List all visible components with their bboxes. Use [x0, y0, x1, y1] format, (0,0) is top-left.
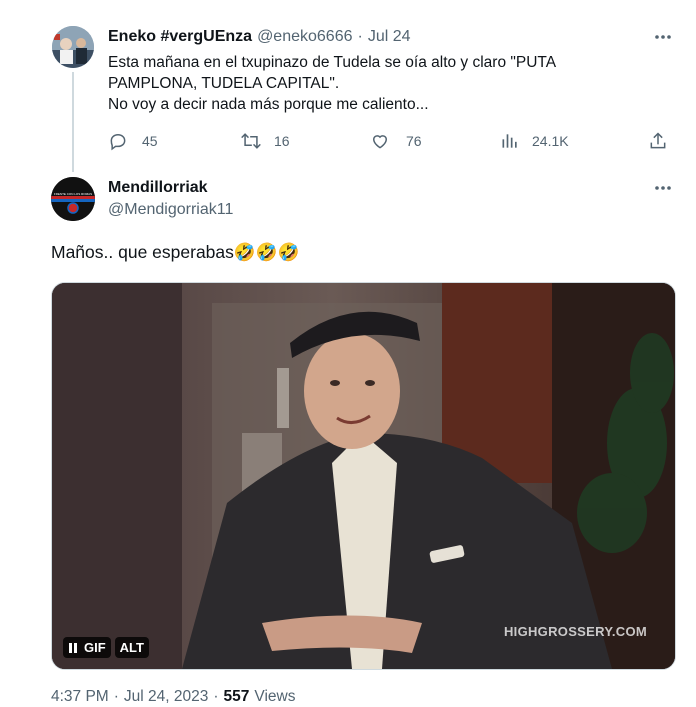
thread-line — [72, 72, 74, 172]
views-label: Views — [254, 688, 296, 705]
author-name[interactable]: Eneko #vergUEnza — [108, 28, 252, 46]
author-handle[interactable]: @eneko6666 — [257, 28, 352, 46]
more-icon — [655, 35, 671, 39]
more-icon — [655, 186, 671, 190]
tweet-text: Esta mañana en el txupinazo de Tudela se… — [108, 52, 556, 115]
tweet-header: Eneko #vergUEnza @eneko6666 · Jul 24 — [108, 28, 411, 46]
pause-gif-button[interactable]: GIF — [63, 637, 111, 658]
separator: · — [113, 688, 119, 705]
like-icon — [372, 135, 388, 149]
separator: · — [357, 28, 363, 45]
gif-label: GIF — [84, 640, 106, 655]
avatar-caption: FRENTE CON LOS ROMAS — [53, 192, 93, 196]
alt-label: ALT — [119, 640, 144, 655]
reply-count: 45 — [142, 133, 158, 149]
views-count: 24.1K — [532, 133, 569, 149]
gif-media[interactable]: HIGHGROSSERY.COM GIF ALT — [51, 282, 676, 670]
like-button[interactable]: 76 — [370, 131, 422, 151]
separator: · — [213, 688, 219, 705]
avatar[interactable]: FRENTE CON LOS ROMAS — [51, 177, 95, 221]
avatar[interactable] — [52, 26, 94, 68]
tweet-time[interactable]: 4:37 PM — [51, 688, 109, 706]
tweet-meta: 4:37 PM · Jul 24, 2023 · 557 Views — [51, 688, 296, 706]
pause-icon — [69, 642, 77, 653]
reply-button[interactable]: 45 — [108, 131, 158, 151]
reply-icon — [110, 133, 126, 151]
author-handle[interactable]: @Mendigorriak11 — [108, 201, 233, 219]
tweet-text: Maños.. que esperabas🤣🤣🤣 — [51, 242, 300, 262]
gif-frame-image — [52, 283, 675, 669]
tweet-text-line: Esta mañana en el txupinazo de Tudela se… — [108, 54, 557, 71]
share-icon — [650, 132, 666, 149]
tweet-text-line: PAMPLONA, TUDELA CAPITAL". — [108, 75, 340, 92]
views-button[interactable]: 24.1K — [500, 131, 569, 151]
tweet-2[interactable]: FRENTE CON LOS ROMAS Mendillorriak @Mend… — [0, 170, 696, 707]
views-count: 557 — [223, 688, 250, 705]
retweet-button[interactable]: 16 — [240, 131, 290, 151]
more-button[interactable] — [654, 181, 672, 195]
gif-watermark: HIGHGROSSERY.COM — [503, 624, 647, 639]
retweet-icon — [241, 133, 261, 149]
retweet-count: 16 — [274, 133, 290, 149]
tweet-date[interactable]: Jul 24 — [368, 28, 411, 46]
author-name[interactable]: Mendillorriak — [108, 179, 208, 197]
tweet-1[interactable]: Eneko #vergUEnza @eneko6666 · Jul 24 Est… — [0, 0, 696, 172]
gif-controls: GIF ALT — [63, 637, 149, 658]
views-icon — [502, 134, 517, 148]
tweet-full-date[interactable]: Jul 24, 2023 — [124, 688, 208, 706]
like-count: 76 — [406, 133, 422, 149]
share-button[interactable] — [648, 131, 668, 151]
more-button[interactable] — [654, 30, 672, 44]
alt-button[interactable]: ALT — [114, 637, 149, 658]
tweet-text-line: No voy a decir nada más porque me calien… — [108, 96, 429, 113]
